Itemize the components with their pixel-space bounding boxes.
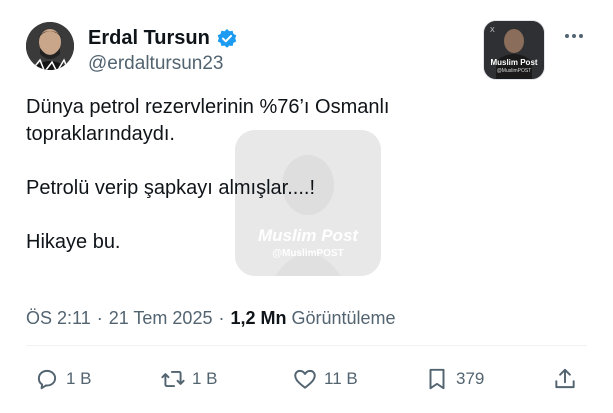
svg-text:X: X [490, 27, 495, 34]
reply-icon [37, 369, 57, 390]
author-name-row: Erdal Tursun [88, 27, 238, 50]
badge-subtitle: @MuslimPOST [496, 68, 532, 74]
author-name[interactable]: Erdal Tursun [88, 27, 210, 50]
reply-button[interactable]: 1 B [34, 366, 92, 392]
meta-separator: · [96, 308, 103, 328]
reply-count: 1 B [66, 369, 92, 388]
author-handle[interactable]: @erdaltursun23 [88, 53, 223, 75]
divider [26, 345, 587, 346]
tweet-date[interactable]: 21 Tem 2025 [109, 308, 213, 329]
author-avatar[interactable] [26, 22, 74, 70]
tweet-line: Dünya petrol rezervlerinin %76’ı Osmanlı [26, 96, 390, 118]
tweet-line: Hikaye bu. [26, 231, 121, 253]
tweet-meta: ÖS 2:11 · 21 Tem 2025 · 1,2 Mn Görüntüle… [26, 308, 396, 329]
meta-separator: · [218, 308, 225, 328]
bookmark-count: 379 [456, 369, 485, 388]
tweet-time[interactable]: ÖS 2:11 [26, 308, 91, 329]
bookmark-icon [429, 368, 445, 390]
more-options-icon[interactable] [562, 24, 586, 48]
views-label: Görüntüleme [291, 308, 396, 328]
like-count: 11 B [324, 369, 358, 388]
share-button[interactable] [552, 366, 578, 392]
tweet-line: topraklarındaydı. [26, 123, 175, 145]
repost-count: 1 B [192, 369, 218, 388]
action-bar: 1 B 1 B 11 B 379 [26, 366, 587, 396]
muslim-post-badge: X Muslim Post @MuslimPOST [484, 21, 544, 79]
heart-icon [294, 369, 316, 389]
views-count[interactable]: 1,2 Mn [230, 308, 286, 329]
tweet-text: Dünya petrol rezervlerinin %76’ı Osmanlı… [26, 94, 566, 256]
share-icon [555, 368, 575, 389]
repost-icon [161, 370, 185, 388]
verified-badge-icon [216, 28, 238, 50]
like-button[interactable]: 11 B [292, 366, 358, 392]
repost-button[interactable]: 1 B [160, 366, 218, 392]
bookmark-button[interactable]: 379 [424, 366, 484, 392]
badge-title: Muslim Post [490, 58, 538, 67]
tweet-card: Erdal Tursun @erdaltursun23 X Muslim Pos… [0, 0, 613, 413]
tweet-line: Petrolü verip şapkayı almışlar....! [26, 177, 316, 199]
